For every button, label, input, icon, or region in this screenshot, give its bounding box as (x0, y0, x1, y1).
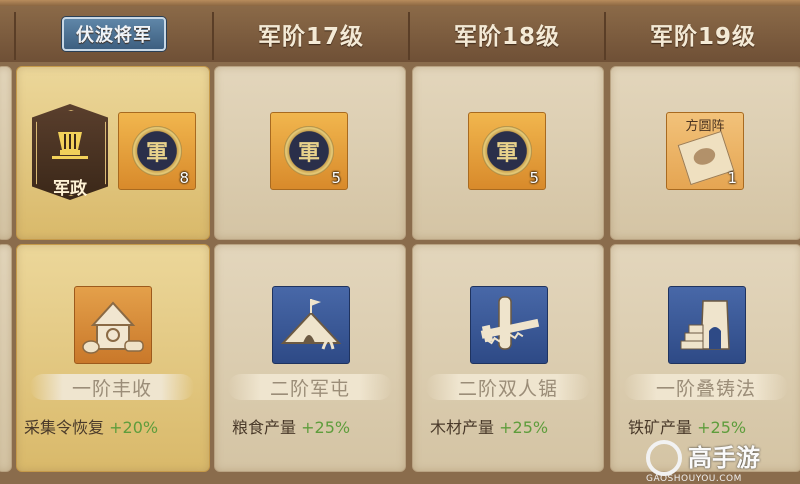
header-rank-18: 军阶18级 (453, 24, 560, 50)
tech-effect: 采集令恢复 +20% (24, 414, 158, 438)
reward-item-formation[interactable]: 方圆阵 1 (666, 112, 744, 190)
tech-cell-edge (0, 244, 12, 472)
junzheng-label: 军政 (53, 179, 87, 199)
effect-label: 铁矿产量 (628, 418, 693, 437)
reward-item-token[interactable]: 軍 8 (118, 112, 196, 190)
tech-slot-harvest[interactable] (74, 286, 152, 364)
tech-effect: 粮食产量 +25% (232, 414, 350, 438)
formation-name: 方圆阵 (685, 119, 725, 134)
effect-label: 采集令恢复 (24, 418, 105, 437)
header-edge (0, 6, 14, 62)
effect-label: 木材产量 (430, 418, 495, 437)
saw-icon (480, 296, 540, 350)
tech-effect: 木材产量 +25% (430, 414, 548, 438)
current-rank-badge: 伏波将军 (62, 17, 166, 51)
item-count: 5 (331, 169, 341, 187)
command-token-icon: 軍 (482, 126, 532, 176)
item-count: 5 (529, 169, 539, 187)
item-count: 1 (727, 169, 737, 187)
header-rank-17: 军阶17级 (257, 24, 364, 50)
effect-bonus: +20% (109, 418, 159, 437)
command-token-icon: 軍 (284, 126, 334, 176)
tech-slot-camp[interactable] (272, 286, 350, 364)
header-current-rank: 伏波将军 (16, 6, 212, 62)
general-hat-icon (52, 132, 88, 159)
reward-item-token[interactable]: 軍 5 (468, 112, 546, 190)
effect-label: 粮食产量 (232, 418, 297, 437)
header-rank-19: 军阶19级 (649, 24, 756, 50)
formation-scroll-icon (677, 130, 735, 186)
site-watermark: 高手游 GAOSHOUYOU.COM (646, 438, 776, 484)
effect-bonus: +25% (697, 418, 747, 437)
effect-bonus: +25% (499, 418, 549, 437)
watermark-url: GAOSHOUYOU.COM (646, 474, 742, 484)
tech-name: 二阶双人锯 (426, 374, 590, 400)
reward-item-token[interactable]: 軍 5 (270, 112, 348, 190)
tech-name: 一阶叠铸法 (624, 374, 788, 400)
watermark-logo-icon (646, 440, 682, 476)
army-camp-icon (280, 299, 342, 350)
tech-slot-saw[interactable] (470, 286, 548, 364)
granary-icon (82, 301, 144, 354)
tech-slot-forge[interactable] (668, 286, 746, 364)
tech-name: 二阶军屯 (228, 374, 392, 400)
reward-cell-edge (0, 66, 12, 240)
watermark-title: 高手游 (688, 444, 760, 472)
tech-name: 一阶丰收 (30, 374, 194, 400)
command-token-icon: 軍 (132, 126, 182, 176)
item-count: 8 (179, 169, 189, 187)
forge-icon (680, 300, 730, 350)
tech-effect: 铁矿产量 +25% (628, 414, 746, 438)
effect-bonus: +25% (301, 418, 351, 437)
rank-header-row: 伏波将军 军阶17级 军阶18级 军阶19级 (0, 6, 800, 64)
